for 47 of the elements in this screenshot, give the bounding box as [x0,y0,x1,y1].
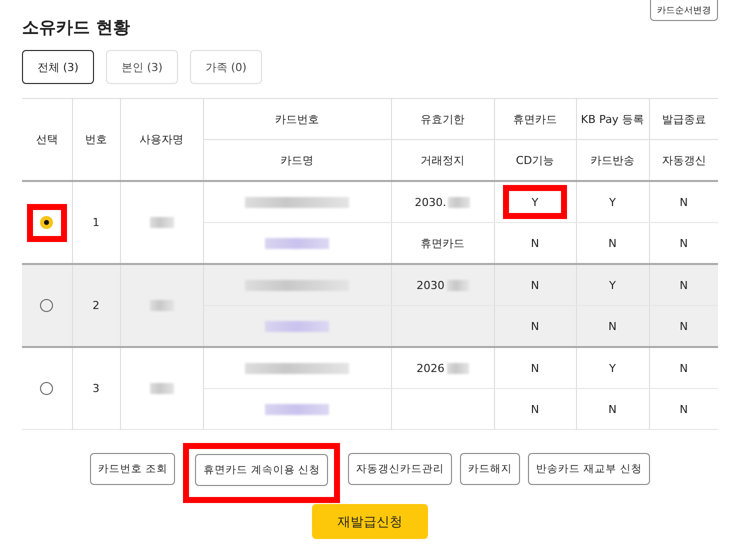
page-title: 소유카드 현황 [22,17,130,39]
filter-tab[interactable]: 전체 (3) [22,50,94,84]
row-number: 1 [92,216,100,229]
flag-value: N [530,320,540,332]
flag-value: Y [609,196,616,208]
card-order-button[interactable]: 카드순서변경 [650,0,718,21]
flag-value: N [530,236,540,250]
action-button[interactable]: 휴면카드 계속이용 신청 [195,454,328,486]
filter-tab[interactable]: 가족 (0) [190,50,262,84]
flag-value: N [680,196,688,208]
radio-button[interactable] [40,382,54,395]
action-button[interactable]: 카드번호 조회 [90,453,176,485]
radio-button[interactable] [40,299,54,312]
row-number: 3 [92,382,100,395]
flag-value: N [608,402,617,416]
reissue-button[interactable]: 재발급신청 [312,504,428,539]
column-header: 사용자명 [120,98,203,181]
column-header: 휴면카드 [494,98,576,140]
flag-value: N [680,236,688,250]
flag-value: N [530,278,540,292]
column-header: 선택 [22,98,72,181]
flag-value: N [530,402,540,416]
expiry-date: 2030 [416,278,444,292]
flag-value: N [680,402,688,416]
action-button[interactable]: 카드해지 [460,453,520,485]
expiry-date: 2026 [416,362,444,374]
flag-value: N [530,362,540,374]
column-header: KB Pay 등록 [576,98,649,140]
column-header: 번호 [72,98,120,181]
flag-value: N [608,320,617,332]
flag-value: N [680,320,688,332]
action-button[interactable]: 자동갱신카드관리 [348,453,452,485]
expiry-date: 2030. [414,196,446,208]
flag-value: Y [609,362,616,374]
column-header: 유효기한 [391,98,494,140]
filter-tab[interactable]: 본인 (3) [106,50,178,84]
column-header: 카드번호 [203,98,391,140]
status-text: 휴면카드 [420,236,464,250]
column-header: 발급종료 [649,98,718,140]
flag-value: N [608,236,617,250]
flag-value: N [680,362,688,374]
flag-value: N [680,278,688,292]
row-number: 2 [92,299,100,312]
action-button[interactable]: 반송카드 재교부 신청 [528,453,650,485]
column-header: 자동갱신 [649,140,718,181]
flag-value: Y [609,278,616,292]
flag-value: Y [532,196,538,208]
